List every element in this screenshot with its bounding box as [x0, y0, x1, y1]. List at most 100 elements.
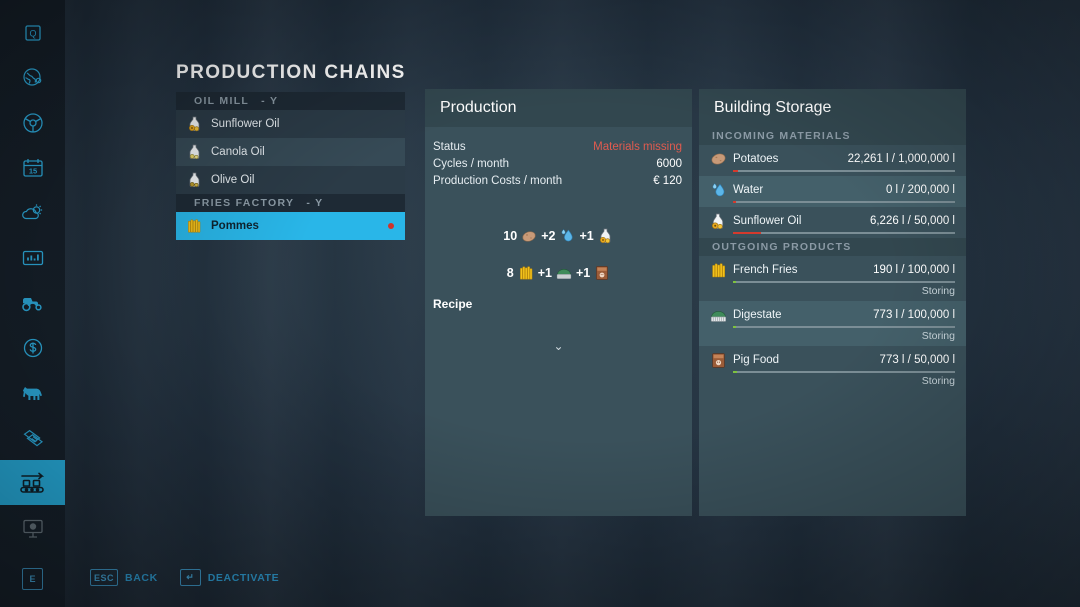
french-fries-icon	[184, 216, 204, 236]
storage-item-amount: 190 l / 100,000 l	[873, 264, 955, 276]
chain-item-pommes[interactable]: Pommes	[176, 212, 405, 240]
storage-row-pig-food[interactable]: Pig Food 773 l / 50,000 l Storing	[699, 346, 966, 391]
row-label: Production Costs / month	[433, 175, 563, 187]
chain-item-canola-oil[interactable]: Canola Oil	[176, 138, 405, 166]
storage-item-name: Potatoes	[733, 153, 779, 165]
chain-item-label: Pommes	[211, 220, 259, 232]
storage-item-name: Pig Food	[733, 354, 780, 366]
statistics-icon	[22, 250, 43, 265]
group-header-fries-factory: FRIES FACTORY - Y	[176, 194, 405, 212]
sidebar-item-animals[interactable]	[0, 370, 65, 415]
e-key-hint: E	[22, 568, 43, 590]
storage-row-potatoes[interactable]: Potatoes 22,261 l / 1,000,000 l	[699, 145, 966, 176]
water-drop-icon	[709, 181, 727, 199]
esc-key-icon: ESC	[90, 569, 119, 586]
group-key: - Y	[261, 95, 279, 107]
digestate-icon	[556, 265, 572, 281]
help-action-deactivate[interactable]: ↵ DEACTIVATE	[179, 569, 280, 586]
sidebar-item-statistics[interactable]	[0, 235, 65, 280]
quests-icon: Q	[24, 24, 41, 41]
production-panel-header: Production	[425, 89, 692, 127]
storage-row-water[interactable]: Water 0 l / 200,000 l	[699, 176, 966, 207]
input-amount: 10	[503, 229, 518, 243]
storage-row-digestate[interactable]: Digestate 773 l / 100,000 l Storing	[699, 301, 966, 346]
animals-icon	[22, 386, 42, 400]
oil-bottle-icon	[184, 114, 204, 134]
storage-row-top: Sunflower Oil 6,226 l / 50,000 l	[709, 212, 955, 230]
storage-item-name: Sunflower Oil	[733, 215, 802, 227]
sidebar-item-vehicle[interactable]	[0, 100, 65, 145]
calendar-icon: 15	[22, 158, 43, 177]
svg-text:15: 15	[28, 166, 36, 175]
oil-bottle-glyph	[600, 228, 611, 244]
storage-item-name: French Fries	[733, 264, 798, 276]
storage-item-status: Storing	[921, 375, 955, 387]
chain-item-olive-oil[interactable]: Olive Oil	[176, 166, 405, 194]
production-row-cycles: Cycles / month 6000	[433, 158, 682, 170]
storage-row-french-fries[interactable]: French Fries 190 l / 100,000 l Storing	[699, 256, 966, 301]
row-label: Cycles / month	[433, 158, 510, 170]
svg-text:Q: Q	[29, 28, 36, 38]
help-action-label: BACK	[125, 571, 158, 584]
chain-item-sunflower-oil[interactable]: Sunflower Oil	[176, 110, 405, 138]
sidebar-item-contracts[interactable]	[0, 415, 65, 460]
chain-item-label: Sunflower Oil	[211, 118, 280, 130]
production-icon	[19, 472, 44, 493]
sidebar-item-calendar[interactable]: 15	[0, 145, 65, 190]
storage-item-amount: 22,261 l / 1,000,000 l	[847, 153, 955, 165]
group-key: - Y	[306, 197, 324, 209]
contracts-icon	[22, 429, 43, 446]
group-header-oil-mill: OIL MILL - Y	[176, 92, 405, 110]
storage-item-status: Storing	[921, 330, 955, 342]
storage-panel-title: Building Storage	[714, 99, 832, 116]
digestate-glyph	[710, 310, 726, 322]
storage-row-sunflower-oil[interactable]: Sunflower Oil 6,226 l / 50,000 l	[699, 207, 966, 238]
storage-fill-bar	[733, 170, 955, 172]
oil-bottle-icon	[184, 170, 204, 190]
potato-glyph	[711, 153, 725, 165]
oil-bottle-icon	[709, 212, 727, 230]
gallery-icon	[22, 519, 43, 538]
sidebar-item-quests[interactable]: Q	[0, 10, 65, 55]
production-chain-list: OIL MILL - Y Sunflower Oil Canola Oil Ol…	[176, 92, 405, 240]
oil-bottle-icon	[184, 142, 204, 162]
storage-item-status: Storing	[921, 285, 955, 297]
output-amount: +1	[575, 266, 591, 280]
row-value: € 120	[653, 175, 682, 187]
recipe-inputs: 10 +2 +1	[425, 228, 692, 244]
sidebar-item-production[interactable]	[0, 460, 65, 505]
storage-item-name: Water	[733, 184, 764, 196]
potato-icon	[521, 228, 537, 244]
french-fries-glyph	[711, 262, 725, 277]
recipe-label: Recipe	[433, 297, 473, 311]
recipe-outputs: 8 +1 +1	[425, 265, 692, 281]
storage-row-top: Potatoes 22,261 l / 1,000,000 l	[709, 150, 955, 168]
oil-bottle-glyph	[189, 172, 199, 188]
section-header-incoming: INCOMING MATERIALS	[699, 127, 966, 145]
input-amount: +1	[579, 229, 594, 243]
pig-food-glyph	[596, 266, 609, 280]
storage-item-name: Digestate	[733, 309, 782, 321]
water-drop-glyph	[712, 182, 724, 196]
map-globe-icon	[22, 67, 41, 86]
oil-bottle-icon	[598, 228, 614, 244]
sidebar-item-weather[interactable]	[0, 190, 65, 235]
storage-item-amount: 773 l / 100,000 l	[873, 309, 955, 321]
group-name: OIL MILL	[194, 95, 250, 107]
sidebar-item-finances[interactable]	[0, 325, 65, 370]
sidebar-item-gallery[interactable]	[0, 505, 65, 550]
pig-food-icon	[709, 351, 727, 369]
output-amount: +1	[537, 266, 552, 280]
storage-row-top: French Fries 190 l / 100,000 l	[709, 261, 955, 279]
sidebar-item-vehicles[interactable]	[0, 280, 65, 325]
section-header-outgoing: OUTGOING PRODUCTS	[699, 238, 966, 256]
chain-item-label: Olive Oil	[211, 174, 255, 186]
vehicles-icon	[21, 297, 42, 311]
sidebar-item-map[interactable]	[0, 55, 65, 100]
help-action-back[interactable]: ESC BACK	[90, 569, 158, 586]
production-panel-title: Production	[440, 99, 517, 116]
potato-glyph	[522, 230, 536, 242]
french-fries-icon	[709, 261, 727, 279]
vehicle-steering-icon	[22, 112, 43, 133]
help-action-label: DEACTIVATE	[207, 571, 280, 584]
